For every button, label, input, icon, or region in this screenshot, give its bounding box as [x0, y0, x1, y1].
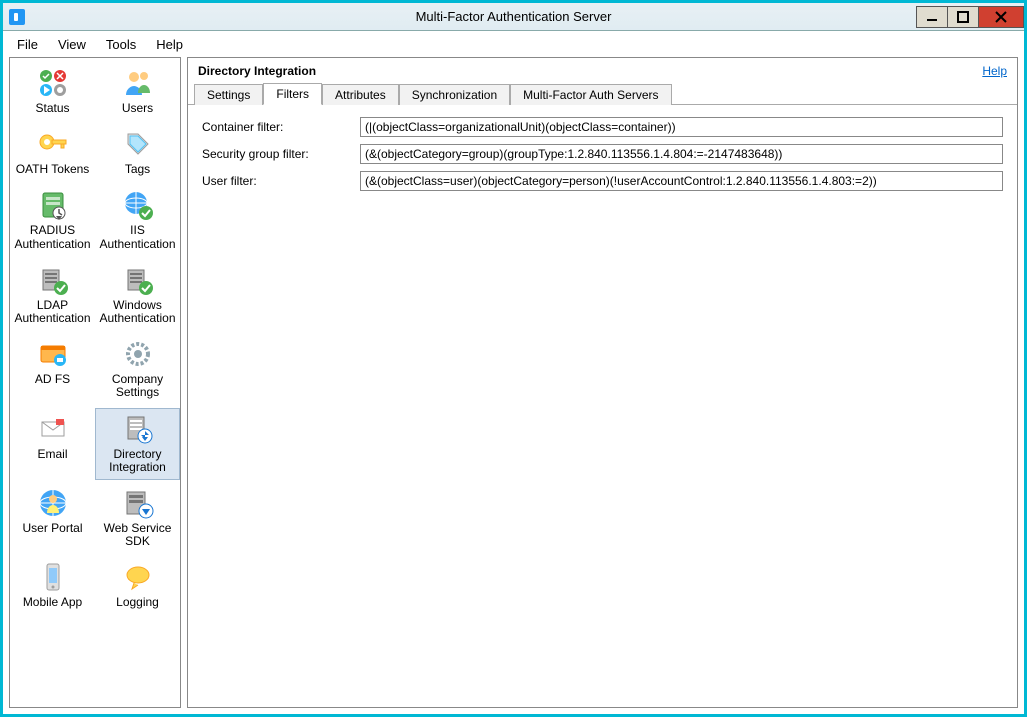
- users-icon: [121, 66, 155, 100]
- iis-icon: [121, 188, 155, 222]
- tags-icon: [121, 127, 155, 161]
- sidebar-item-label: Users: [122, 102, 153, 115]
- sidebar-item-label: User Portal: [22, 522, 82, 535]
- sidebar-item-label: IIS Authentication: [97, 224, 178, 250]
- window-title: Multi-Factor Authentication Server: [3, 9, 1024, 24]
- sidebar-item-mobile-app[interactable]: Mobile App: [10, 556, 95, 615]
- menu-view[interactable]: View: [48, 33, 96, 56]
- mobile-icon: [36, 560, 70, 594]
- directory-icon: [121, 412, 155, 446]
- sidebar-item-label: Tags: [125, 163, 150, 176]
- ldap-icon: [36, 263, 70, 297]
- titlebar: Multi-Factor Authentication Server: [3, 3, 1024, 31]
- sidebar-item-label: Web Service SDK: [97, 522, 178, 548]
- page-title: Directory Integration: [198, 64, 316, 78]
- sidebar-item-company-settings[interactable]: Company Settings: [95, 333, 180, 405]
- sidebar-item-email[interactable]: Email: [10, 408, 95, 480]
- email-icon: [36, 412, 70, 446]
- app-icon: [9, 9, 25, 25]
- user-portal-icon: [36, 486, 70, 520]
- container-filter-input[interactable]: [360, 117, 1003, 137]
- status-icon: [36, 66, 70, 100]
- sidebar-item-iis[interactable]: IIS Authentication: [95, 184, 180, 256]
- web-sdk-icon: [121, 486, 155, 520]
- sidebar-item-label: Windows Authentication: [97, 299, 178, 325]
- minimize-button[interactable]: [916, 6, 948, 28]
- windows-auth-icon: [121, 263, 155, 297]
- tabstrip: Settings Filters Attributes Synchronizat…: [188, 82, 1017, 105]
- sidebar-item-label: Mobile App: [23, 596, 82, 609]
- sidebar-item-tags[interactable]: Tags: [95, 123, 180, 182]
- sidebar-item-label: Company Settings: [97, 373, 178, 399]
- user-filter-label: User filter:: [202, 174, 360, 188]
- sidebar-item-directory-integration[interactable]: Directory Integration: [95, 408, 180, 480]
- sidebar-item-status[interactable]: Status: [10, 62, 95, 121]
- sidebar-item-radius[interactable]: RADIUS Authentication: [10, 184, 95, 256]
- sidebar-item-windows-auth[interactable]: Windows Authentication: [95, 259, 180, 331]
- maximize-button[interactable]: [947, 6, 979, 28]
- tab-body: Container filter: Security group filter:…: [188, 105, 1017, 210]
- security-group-filter-label: Security group filter:: [202, 147, 360, 161]
- close-button[interactable]: [978, 6, 1024, 28]
- menu-tools[interactable]: Tools: [96, 33, 146, 56]
- tab-settings[interactable]: Settings: [194, 84, 263, 105]
- menubar: File View Tools Help: [3, 31, 1024, 57]
- security-group-filter-input[interactable]: [360, 144, 1003, 164]
- gear-icon: [121, 337, 155, 371]
- adfs-icon: [36, 337, 70, 371]
- menu-help[interactable]: Help: [146, 33, 193, 56]
- sidebar-item-label: LDAP Authentication: [12, 299, 93, 325]
- sidebar-item-oath-tokens[interactable]: OATH Tokens: [10, 123, 95, 182]
- sidebar-item-ldap[interactable]: LDAP Authentication: [10, 259, 95, 331]
- key-icon: [36, 127, 70, 161]
- sidebar: Status Users: [9, 57, 181, 708]
- sidebar-item-label: Logging: [116, 596, 159, 609]
- sidebar-item-web-sdk[interactable]: Web Service SDK: [95, 482, 180, 554]
- sidebar-item-label: Directory Integration: [97, 448, 178, 474]
- sidebar-item-label: Status: [35, 102, 69, 115]
- container-filter-label: Container filter:: [202, 120, 360, 134]
- tab-mfa-servers[interactable]: Multi-Factor Auth Servers: [510, 84, 671, 105]
- sidebar-item-label: OATH Tokens: [16, 163, 90, 176]
- sidebar-item-label: RADIUS Authentication: [12, 224, 93, 250]
- radius-icon: [36, 188, 70, 222]
- sidebar-item-label: Email: [37, 448, 67, 461]
- sidebar-item-user-portal[interactable]: User Portal: [10, 482, 95, 554]
- tab-filters[interactable]: Filters: [263, 83, 322, 105]
- sidebar-item-users[interactable]: Users: [95, 62, 180, 121]
- tab-attributes[interactable]: Attributes: [322, 84, 399, 105]
- tab-synchronization[interactable]: Synchronization: [399, 84, 510, 105]
- help-link[interactable]: Help: [982, 64, 1007, 78]
- sidebar-item-label: AD FS: [35, 373, 70, 386]
- main-panel: Directory Integration Help Settings Filt…: [187, 57, 1018, 708]
- sidebar-item-adfs[interactable]: AD FS: [10, 333, 95, 405]
- menu-file[interactable]: File: [7, 33, 48, 56]
- logging-icon: [121, 560, 155, 594]
- user-filter-input[interactable]: [360, 171, 1003, 191]
- sidebar-item-logging[interactable]: Logging: [95, 556, 180, 615]
